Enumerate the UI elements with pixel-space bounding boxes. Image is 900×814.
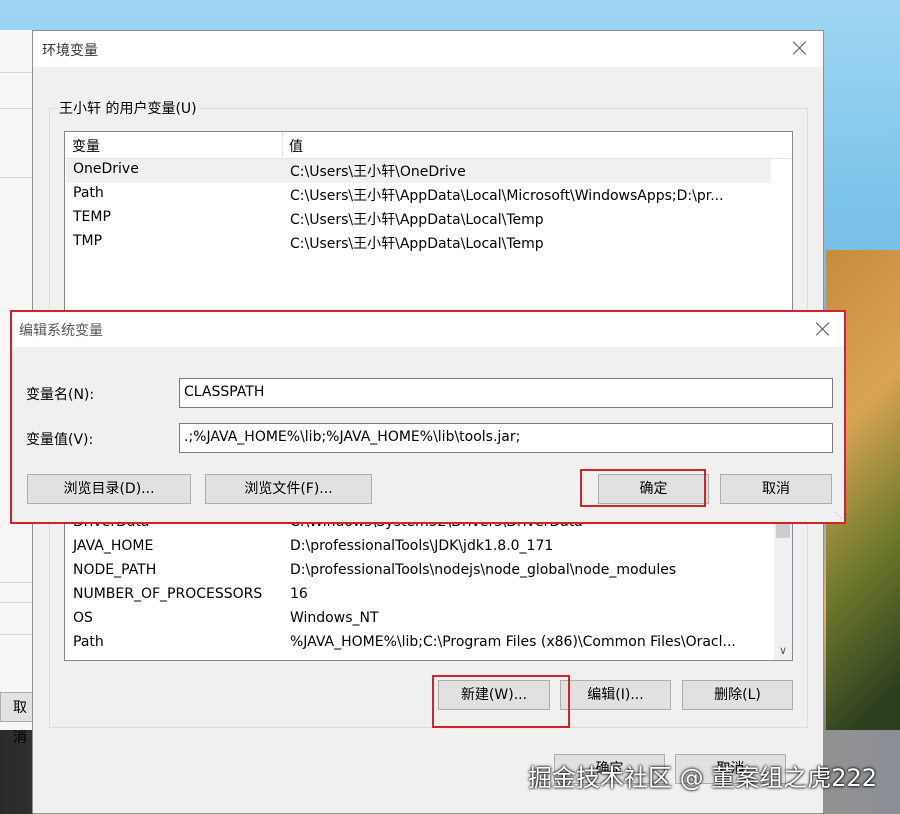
background-divider bbox=[0, 602, 34, 603]
column-header-value[interactable]: 值 bbox=[289, 136, 303, 156]
system-variables-table[interactable]: DriverData C:\Windows\System32\Drivers\D… bbox=[64, 513, 793, 661]
row-variable: JAVA_HOME bbox=[73, 538, 154, 554]
column-separator[interactable] bbox=[282, 132, 283, 158]
row-variable: Path bbox=[73, 634, 104, 650]
edit-titlebar: 编辑系统变量 bbox=[12, 312, 844, 347]
cancel-button[interactable]: 取消 bbox=[720, 474, 832, 504]
user-variables-table[interactable]: 变量 值 OneDrive C:\Users\王小轩\OneDrive Path… bbox=[64, 131, 793, 311]
env-window-title: 环境变量 bbox=[42, 43, 98, 59]
watermark: 掘金技术社区 @ 董案组之虎222 bbox=[528, 764, 878, 792]
row-value: D:\professionalTools\JDK\jdk1.8.0_171 bbox=[290, 538, 554, 554]
table-row[interactable]: TMP C:\Users\王小轩\AppData\Local\Temp bbox=[66, 231, 771, 255]
system-table-scrollbar[interactable]: ∨ bbox=[774, 514, 792, 660]
table-row[interactable]: NODE_PATH D:\professionalTools\nodejs\no… bbox=[66, 560, 771, 584]
table-row[interactable]: OneDrive C:\Users\王小轩\OneDrive bbox=[66, 159, 771, 183]
edit-variable-button[interactable]: 编辑(I)... bbox=[560, 680, 671, 710]
background-cancel-button[interactable]: 取消 bbox=[0, 692, 34, 746]
highlight-frame-ok bbox=[580, 469, 706, 507]
background-divider bbox=[0, 72, 34, 73]
row-value: D:\professionalTools\nodejs\node_global\… bbox=[290, 562, 677, 578]
close-icon bbox=[791, 39, 809, 57]
row-value: C:\Users\王小轩\AppData\Local\Temp bbox=[290, 212, 544, 228]
env-titlebar: 环境变量 bbox=[33, 31, 823, 67]
row-value: Windows_NT bbox=[290, 610, 379, 626]
browse-directory-button[interactable]: 浏览目录(D)... bbox=[27, 474, 191, 504]
edit-close-button[interactable] bbox=[814, 320, 832, 338]
table-row[interactable]: JAVA_HOME D:\professionalTools\JDK\jdk1.… bbox=[66, 536, 771, 560]
edit-dialog-title: 编辑系统变量 bbox=[19, 323, 103, 339]
row-variable: TEMP bbox=[73, 209, 111, 225]
background-divider bbox=[0, 177, 34, 178]
column-header-variable[interactable]: 变量 bbox=[72, 136, 100, 156]
highlight-frame-new bbox=[432, 675, 570, 728]
table-row[interactable]: TEMP C:\Users\王小轩\AppData\Local\Temp bbox=[66, 207, 771, 231]
env-close-button[interactable] bbox=[791, 39, 811, 59]
background-divider bbox=[0, 582, 34, 583]
resize-grip-icon[interactable]: ⋱ bbox=[834, 511, 842, 520]
background-divider bbox=[0, 634, 34, 635]
row-value: C:\Users\王小轩\AppData\Local\Temp bbox=[290, 236, 544, 252]
background-divider bbox=[0, 108, 34, 109]
row-variable: OneDrive bbox=[73, 161, 139, 177]
table-row[interactable]: NUMBER_OF_PROCESSORS 16 bbox=[66, 584, 771, 608]
chevron-down-icon[interactable]: ∨ bbox=[776, 644, 790, 658]
row-value: 16 bbox=[290, 586, 308, 602]
table-row[interactable]: Path %JAVA_HOME%\lib;C:\Program Files (x… bbox=[66, 632, 771, 656]
table-row[interactable]: Path C:\Users\王小轩\AppData\Local\Microsof… bbox=[66, 183, 771, 207]
table-header: 变量 值 bbox=[65, 132, 792, 159]
row-variable: TMP bbox=[73, 233, 103, 249]
row-variable: Path bbox=[73, 185, 104, 201]
row-variable: OS bbox=[73, 610, 93, 626]
browse-file-button[interactable]: 浏览文件(F)... bbox=[205, 474, 372, 504]
close-icon bbox=[814, 320, 832, 338]
row-value: C:\Users\王小轩\OneDrive bbox=[290, 164, 466, 180]
row-variable: NUMBER_OF_PROCESSORS bbox=[73, 586, 263, 602]
variable-value-label: 变量值(V): bbox=[26, 432, 94, 448]
variable-name-input[interactable]: CLASSPATH bbox=[179, 378, 833, 408]
user-variables-label: 王小轩 的用户变量(U) bbox=[57, 98, 199, 118]
delete-variable-button[interactable]: 删除(L) bbox=[682, 680, 793, 710]
row-value: C:\Users\王小轩\AppData\Local\Microsoft\Win… bbox=[290, 188, 724, 204]
scrollbar-thumb[interactable] bbox=[776, 524, 790, 538]
table-row[interactable]: OS Windows_NT bbox=[66, 608, 771, 632]
variable-value-input[interactable]: .;%JAVA_HOME%\lib;%JAVA_HOME%\lib\tools.… bbox=[179, 423, 833, 453]
edit-system-variable-dialog: 编辑系统变量 变量名(N): CLASSPATH 变量值(V): .;%JAVA… bbox=[10, 310, 846, 524]
variable-name-label: 变量名(N): bbox=[26, 387, 95, 403]
row-value: %JAVA_HOME%\lib;C:\Program Files (x86)\C… bbox=[290, 634, 736, 650]
row-variable: NODE_PATH bbox=[73, 562, 157, 578]
